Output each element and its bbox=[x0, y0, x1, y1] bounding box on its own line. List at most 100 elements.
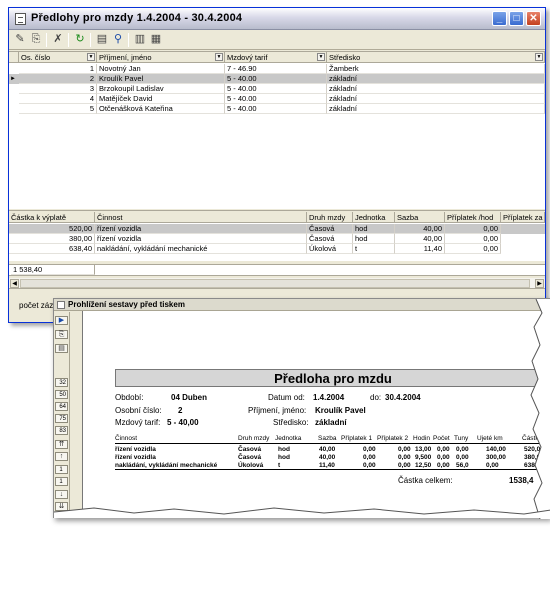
maximize-button[interactable]: □ bbox=[509, 11, 524, 26]
cell-sazba: 11,40 bbox=[395, 244, 445, 254]
report-col-priplatek2: Příplatek 2 bbox=[377, 435, 409, 442]
report-cell-tuny: 0,00 bbox=[456, 454, 469, 461]
chevron-down-icon[interactable]: ▼ bbox=[317, 53, 325, 61]
cell-tarif: 7 - 46.90 bbox=[225, 64, 327, 74]
column-header-priplatek-hod[interactable]: Příplatek /hod bbox=[445, 212, 501, 223]
toolbar-separator bbox=[68, 33, 69, 47]
table-row[interactable]: 5 Otčenášková Kateřina 5 - 40.00 základn… bbox=[9, 104, 545, 114]
scrollbar-thumb[interactable] bbox=[20, 279, 530, 288]
table-row[interactable]: 3 Brzokoupil Ladislav 5 - 40.00 základní bbox=[9, 84, 545, 94]
first-page-icon[interactable]: ⇈ bbox=[55, 440, 68, 449]
cell-cinnost: řízení vozidla bbox=[95, 224, 307, 234]
report-cell-p2: 0,00 bbox=[398, 462, 411, 469]
report-col-tuny: Tuny bbox=[454, 435, 469, 442]
current-page-number: 1 bbox=[55, 465, 68, 474]
export-icon[interactable]: ⎘ bbox=[55, 330, 68, 339]
zoom-32-button[interactable]: 32 bbox=[55, 378, 68, 387]
cell-sazba: 40,00 bbox=[395, 234, 445, 244]
preview-sidebar: ▶ ⎘ ▤ 32 50 64 75 83 ⇈ ↑ 1 1 ↓ ⇊ bbox=[54, 312, 70, 517]
column-header-priplatek-za[interactable]: Příplatek za bbox=[501, 212, 545, 223]
grid-header-corner bbox=[9, 52, 19, 63]
minimize-button[interactable]: _ bbox=[492, 11, 507, 26]
cell-stredisko: Žamberk bbox=[327, 64, 545, 74]
zoom-75-button[interactable]: 75 bbox=[55, 414, 68, 423]
document-icon bbox=[15, 13, 26, 25]
table-row[interactable]: 1 Novotný Jan 7 - 46.90 Žamberk bbox=[9, 64, 545, 74]
refresh-icon[interactable]: ↻ bbox=[73, 33, 87, 46]
table-row[interactable]: 4 Matějíček David 5 - 40.00 základní bbox=[9, 94, 545, 104]
columns-icon[interactable]: ▥ bbox=[133, 33, 147, 46]
column-header-os-cislo[interactable]: Os. číslo ▼ bbox=[19, 52, 97, 63]
tarif-label: Mzdový tarif: bbox=[115, 418, 161, 427]
cell-jednotka: hod bbox=[353, 224, 395, 234]
cell-jmeno: Kroulík Pavel bbox=[97, 74, 225, 84]
cell-tarif: 5 - 40.00 bbox=[225, 104, 327, 114]
column-header-castka[interactable]: Částka k výplatě bbox=[9, 212, 95, 223]
column-header-jmeno[interactable]: Příjmení, jméno ▼ bbox=[97, 52, 225, 63]
scroll-right-icon[interactable]: ▶ bbox=[535, 279, 544, 288]
stredisko-label: Středisko: bbox=[273, 418, 309, 427]
toolbar-separator bbox=[128, 33, 129, 47]
close-button[interactable]: ✕ bbox=[526, 11, 541, 26]
cell-priplatek: 0,00 bbox=[445, 234, 501, 244]
new-record-icon[interactable]: ✎ bbox=[13, 33, 27, 46]
cell-druh: Časová bbox=[307, 224, 353, 234]
osobni-cislo-value: 2 bbox=[178, 406, 183, 415]
cell-stredisko: základní bbox=[327, 94, 545, 104]
table-row[interactable]: 638,40 nakládání, vykládání mechanické Ú… bbox=[9, 244, 545, 254]
report-cell-p1: 0,00 bbox=[363, 446, 376, 453]
table-row[interactable]: 380,00 řízení vozidla Časová hod 40,00 0… bbox=[9, 234, 545, 244]
chevron-down-icon[interactable]: ▼ bbox=[215, 53, 223, 61]
toolbar-separator bbox=[46, 33, 47, 47]
table-row-selected[interactable]: 520,00 řízení vozidla Časová hod 40,00 0… bbox=[9, 224, 545, 234]
employee-grid: Os. číslo ▼ Příjmení, jméno ▼ Mzdový tarif… bbox=[9, 51, 545, 209]
torn-edge bbox=[530, 299, 550, 519]
report-cell-druh: Časová bbox=[238, 446, 262, 453]
print-setup-icon[interactable]: ▶ bbox=[55, 316, 68, 325]
cell-jmeno: Matějíček David bbox=[97, 94, 225, 104]
report-page: Předloha pro mzdu Období: 04 Duben Datum… bbox=[82, 311, 550, 517]
zoom-50-button[interactable]: 50 bbox=[55, 390, 68, 399]
chevron-down-icon[interactable]: ▼ bbox=[87, 53, 95, 61]
splitter[interactable] bbox=[9, 209, 545, 211]
zoom-64-button[interactable]: 64 bbox=[55, 402, 68, 411]
next-page-icon[interactable]: ↓ bbox=[55, 490, 68, 499]
prijmeni-value: Kroulík Pavel bbox=[315, 406, 366, 415]
cell-tarif: 5 - 40.00 bbox=[225, 74, 327, 84]
previous-page-icon[interactable]: ↑ bbox=[55, 452, 68, 461]
scroll-left-icon[interactable]: ◀ bbox=[10, 279, 19, 288]
report-cell-jednotka: t bbox=[278, 462, 281, 469]
datum-od-value: 1.4.2004 bbox=[313, 393, 345, 402]
column-header-stredisko[interactable]: Středisko ▼ bbox=[327, 52, 545, 63]
table-row-selected[interactable]: ► 2 Kroulík Pavel 5 - 40.00 základní bbox=[9, 74, 545, 84]
cell-jednotka: t bbox=[353, 244, 395, 254]
preview-title-bar[interactable]: Prohlížení sestavy před tiskem bbox=[54, 299, 549, 311]
chevron-down-icon[interactable]: ▼ bbox=[535, 53, 543, 61]
print-icon[interactable]: ▤ bbox=[95, 33, 109, 46]
copy-record-icon[interactable]: ⎘ bbox=[29, 33, 43, 46]
report-cell-cinnost: řízení vozidla bbox=[115, 454, 156, 461]
column-header-jednotka[interactable]: Jednotka bbox=[353, 212, 395, 223]
column-header-druh-mzdy[interactable]: Druh mzdy bbox=[307, 212, 353, 223]
do-label: do: bbox=[370, 393, 382, 402]
cell-tarif: 5 - 40.00 bbox=[225, 84, 327, 94]
report-cell-druh: Úkolová bbox=[238, 462, 264, 469]
horizontal-scrollbar[interactable]: ◀ ▶ bbox=[9, 278, 545, 289]
report-cell-p1: 0,00 bbox=[363, 454, 376, 461]
column-header-cinnost[interactable]: Činnost bbox=[95, 212, 307, 223]
total-amount: 1 538,40 bbox=[11, 265, 95, 275]
prijmeni-label: Příjmení, jméno: bbox=[248, 406, 307, 415]
cell-os-cislo: 1 bbox=[19, 64, 97, 74]
report-table-header: Činnost Druh mzdy Jednotka Sazba Příplat… bbox=[115, 435, 550, 444]
details-icon[interactable]: ▦ bbox=[149, 33, 163, 46]
zoom-83-button[interactable]: 83 bbox=[55, 426, 68, 435]
search-icon[interactable]: ⚲ bbox=[111, 33, 125, 46]
report-col-cinnost: Činnost bbox=[115, 435, 138, 442]
print-icon[interactable]: ▤ bbox=[55, 344, 68, 353]
toolbar: ✎ ⎘ ✗ ↻ ▤ ⚲ ▥ ▦ bbox=[9, 30, 545, 50]
torn-bottom-edge bbox=[54, 507, 550, 518]
column-header-sazba[interactable]: Sazba bbox=[395, 212, 445, 223]
delete-record-icon[interactable]: ✗ bbox=[51, 33, 65, 46]
column-header-tarif[interactable]: Mzdový tarif ▼ bbox=[225, 52, 327, 63]
title-bar[interactable]: Předlohy pro mzdy 1.4.2004 - 30.4.2004 _… bbox=[9, 8, 545, 30]
